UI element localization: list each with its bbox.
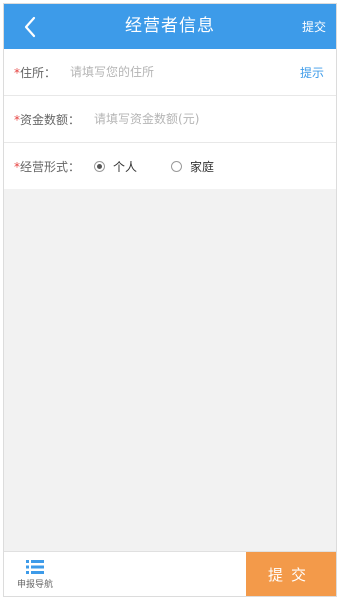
radio-button[interactable] xyxy=(171,160,183,172)
radio-label: 个人 xyxy=(113,159,138,174)
address-row: *住所： 提示 xyxy=(4,49,336,96)
business-form-label: *经营形式： xyxy=(14,159,81,174)
bottom-action-bar: 申报导航 提交 xyxy=(4,551,336,596)
address-input[interactable] xyxy=(70,65,300,79)
capital-label: *资金数额： xyxy=(14,112,81,127)
top-nav-bar: 经营者信息 提交 xyxy=(4,4,336,49)
header-submit-button[interactable]: 提交 xyxy=(302,4,326,49)
empty-content-area xyxy=(4,191,336,551)
address-hint-link[interactable]: 提示 xyxy=(300,64,324,81)
business-form-radio-group: 个人 家庭 xyxy=(94,158,248,175)
radio-button[interactable] xyxy=(94,160,106,172)
business-form-row: *经营形式： 个人 家庭 xyxy=(4,143,336,189)
capital-row: *资金数额： xyxy=(4,96,336,143)
app-frame: 经营者信息 提交 *住所： 提示 *资金数额： *经营形式： 个人 家庭 xyxy=(3,3,337,597)
nav-label: 申报导航 xyxy=(16,579,53,590)
merchant-info-form: *住所： 提示 *资金数额： *经营形式： 个人 家庭 xyxy=(4,49,336,189)
radio-label: 家庭 xyxy=(190,159,215,174)
list-icon xyxy=(26,559,44,574)
radio-option-individual[interactable]: 个人 xyxy=(94,158,137,175)
address-label: *住所： xyxy=(14,65,57,80)
page-title: 经营者信息 xyxy=(125,16,215,36)
submit-button[interactable]: 提交 xyxy=(246,552,336,596)
radio-option-family[interactable]: 家庭 xyxy=(171,158,214,175)
capital-input[interactable] xyxy=(94,112,336,126)
declaration-nav-button[interactable]: 申报导航 xyxy=(4,552,66,596)
